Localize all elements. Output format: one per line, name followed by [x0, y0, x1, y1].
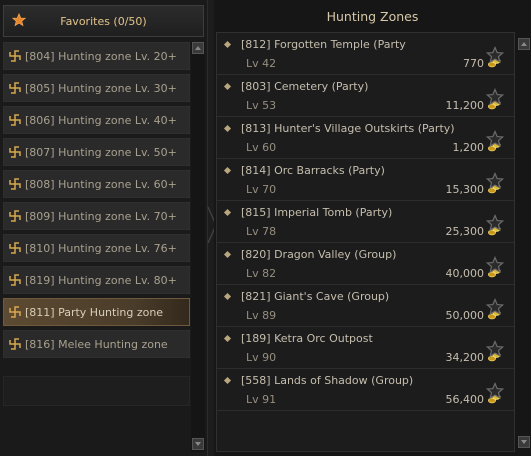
category-scrollbar[interactable] — [191, 42, 205, 452]
scroll-down-button[interactable] — [518, 436, 530, 448]
scroll-up-button[interactable] — [518, 38, 530, 50]
category-item[interactable]: [816] Melee Hunting zone — [3, 330, 190, 358]
zone-row[interactable]: [189] Ketra Orc Outpost Lv 90 34,200 — [217, 327, 514, 369]
swirl-icon — [9, 274, 21, 286]
zone-price: 50,000 — [445, 309, 485, 322]
favorite-star-icon[interactable] — [486, 214, 504, 232]
zone-name: [189] Ketra Orc Outpost — [241, 332, 373, 345]
category-item[interactable]: [805] Hunting zone Lv. 30+ — [3, 74, 190, 102]
favorites-label: Favorites (0/50) — [60, 15, 147, 28]
zone-price: 56,400 — [445, 393, 485, 406]
category-panel: Favorites (0/50) [804] Hunting zone Lv. … — [0, 0, 208, 456]
category-item[interactable]: [807] Hunting zone Lv. 50+ — [3, 138, 190, 166]
zone-row[interactable]: [815] Imperial Tomb (Party) Lv 78 25,300 — [217, 201, 514, 243]
zone-price: 34,200 — [445, 351, 485, 364]
zone-price: 25,300 — [445, 225, 485, 238]
swirl-icon — [9, 50, 21, 62]
zone-row[interactable]: [813] Hunter's Village Outskirts (Party)… — [217, 117, 514, 159]
bullet-icon — [223, 376, 232, 385]
category-label: [807] Hunting zone Lv. 50+ — [25, 146, 177, 159]
category-item[interactable]: [819] Hunting zone Lv. 80+ — [3, 266, 190, 294]
favorite-star-icon[interactable] — [486, 88, 504, 106]
bullet-icon — [223, 334, 232, 343]
zone-row[interactable]: [821] Giant's Cave (Group) Lv 89 50,000 — [217, 285, 514, 327]
zone-level: Lv 60 — [246, 141, 277, 154]
bullet-icon — [223, 250, 232, 259]
scroll-down-button[interactable] — [192, 438, 204, 450]
zone-price: 1,200 — [452, 141, 485, 154]
category-label: [809] Hunting zone Lv. 70+ — [25, 210, 177, 223]
swirl-icon — [9, 306, 21, 318]
swirl-icon — [9, 210, 21, 222]
zone-row[interactable]: [803] Cemetery (Party) Lv 53 11,200 — [217, 75, 514, 117]
zone-level: Lv 91 — [246, 393, 277, 406]
scroll-up-button[interactable] — [192, 42, 204, 54]
zone-name: [814] Orc Barracks (Party) — [241, 164, 385, 177]
favorites-header[interactable]: Favorites (0/50) — [3, 5, 204, 37]
category-list: [804] Hunting zone Lv. 20+ [805] Hunting … — [3, 42, 190, 410]
bullet-icon — [223, 292, 232, 301]
category-label: [810] Hunting zone Lv. 76+ — [25, 242, 177, 255]
zone-level: Lv 90 — [246, 351, 277, 364]
category-label: [816] Melee Hunting zone — [25, 338, 168, 351]
swirl-icon — [9, 146, 21, 158]
category-label: [819] Hunting zone Lv. 80+ — [25, 274, 177, 287]
category-label: [804] Hunting zone Lv. 20+ — [25, 50, 177, 63]
swirl-icon — [9, 82, 21, 94]
zone-price: 15,300 — [445, 183, 485, 196]
favorite-star-icon[interactable] — [486, 130, 504, 148]
category-item[interactable]: [806] Hunting zone Lv. 40+ — [3, 106, 190, 134]
zone-name: [815] Imperial Tomb (Party) — [241, 206, 393, 219]
category-item[interactable]: [809] Hunting zone Lv. 70+ — [3, 202, 190, 230]
zone-level: Lv 53 — [246, 99, 277, 112]
favorite-star-icon[interactable] — [486, 298, 504, 316]
category-label: [808] Hunting zone Lv. 60+ — [25, 178, 177, 191]
zone-scrollbar[interactable] — [517, 38, 531, 452]
zones-panel: Hunting Zones [812] Forgotten Temple (Pa… — [214, 0, 531, 456]
swirl-icon — [9, 242, 21, 254]
favorite-star-icon[interactable] — [486, 340, 504, 358]
zone-row[interactable]: [812] Forgotten Temple (Party Lv 42 770 — [217, 33, 514, 75]
zone-price: 770 — [463, 57, 484, 70]
zone-name: [821] Giant's Cave (Group) — [241, 290, 390, 303]
zone-price: 40,000 — [445, 267, 485, 280]
zone-level: Lv 78 — [246, 225, 277, 238]
bullet-icon — [223, 166, 232, 175]
category-item[interactable]: [804] Hunting zone Lv. 20+ — [3, 42, 190, 70]
bullet-icon — [223, 124, 232, 133]
zone-name: [803] Cemetery (Party) — [241, 80, 369, 93]
zone-row[interactable]: [558] Lands of Shadow (Group) Lv 91 56,400 — [217, 369, 514, 411]
category-label: [806] Hunting zone Lv. 40+ — [25, 114, 177, 127]
swirl-icon — [9, 338, 21, 350]
favorite-star-icon[interactable] — [486, 256, 504, 274]
swirl-icon — [9, 178, 21, 190]
bullet-icon — [223, 208, 232, 217]
category-item[interactable]: [811] Party Hunting zone — [3, 298, 190, 326]
bullet-icon — [223, 82, 232, 91]
zone-level: Lv 70 — [246, 183, 277, 196]
category-label: [805] Hunting zone Lv. 30+ — [25, 82, 177, 95]
favorite-star-icon[interactable] — [486, 46, 504, 64]
zone-level: Lv 89 — [246, 309, 277, 322]
zone-name: [812] Forgotten Temple (Party — [241, 38, 406, 51]
zone-name: [813] Hunter's Village Outskirts (Party) — [241, 122, 455, 135]
empty-slot — [3, 376, 190, 406]
favorite-star-icon[interactable] — [486, 172, 504, 190]
category-item[interactable]: [810] Hunting zone Lv. 76+ — [3, 234, 190, 262]
zone-row[interactable]: [820] Dragon Valley (Group) Lv 82 40,000 — [217, 243, 514, 285]
zone-name: [558] Lands of Shadow (Group) — [241, 374, 414, 387]
panel-title: Hunting Zones — [326, 9, 419, 24]
zone-list: [812] Forgotten Temple (Party Lv 42 770 [80… — [216, 32, 515, 452]
favorite-star-icon[interactable] — [486, 382, 504, 400]
zone-name: [820] Dragon Valley (Group) — [241, 248, 397, 261]
bullet-icon — [223, 40, 232, 49]
zone-price: 11,200 — [445, 99, 485, 112]
zone-row[interactable]: [814] Orc Barracks (Party) Lv 70 15,300 — [217, 159, 514, 201]
category-label: [811] Party Hunting zone — [25, 306, 164, 319]
swirl-icon — [9, 114, 21, 126]
category-item[interactable]: [808] Hunting zone Lv. 60+ — [3, 170, 190, 198]
zone-level: Lv 82 — [246, 267, 277, 280]
zone-level: Lv 42 — [246, 57, 277, 70]
